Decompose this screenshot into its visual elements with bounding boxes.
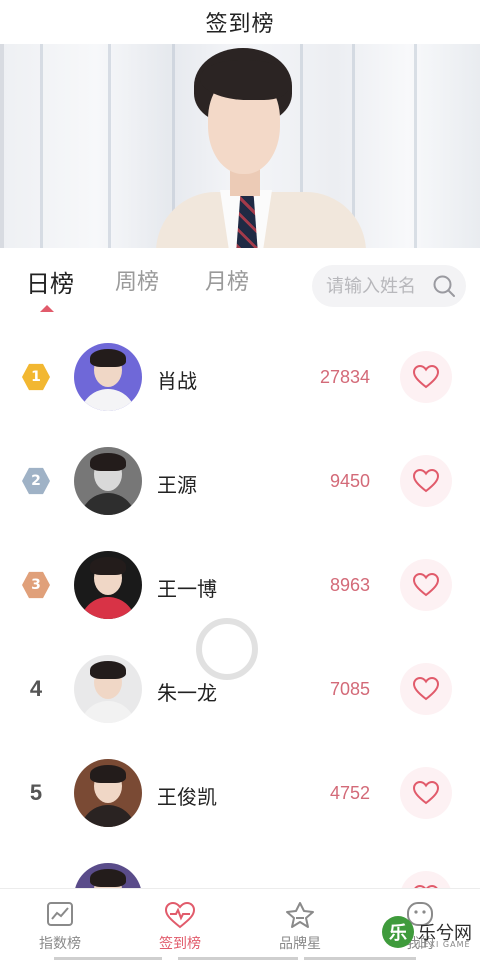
active-tab-indicator xyxy=(40,305,54,312)
star-name: 王源 xyxy=(157,473,197,497)
star-name: 朱一龙 xyxy=(157,681,217,705)
search-box[interactable] xyxy=(312,265,466,307)
avatar-hair xyxy=(90,765,126,783)
curtain-fold xyxy=(414,44,417,248)
like-button[interactable] xyxy=(400,559,452,611)
watermark-subtext: LEXI GAME xyxy=(418,940,471,949)
like-button[interactable] xyxy=(400,455,452,507)
nav-label: 品牌星 xyxy=(279,936,321,952)
like-button[interactable] xyxy=(400,767,452,819)
heart-icon xyxy=(413,781,439,805)
ranking-tabs: 日榜 周榜 月榜 xyxy=(0,252,480,322)
tab-month[interactable]: 月榜 xyxy=(205,264,249,296)
rank-number: 2 xyxy=(31,473,41,489)
star-name: 王一博 xyxy=(157,577,217,601)
avatar-hair xyxy=(90,557,126,575)
heart-icon xyxy=(413,677,439,701)
avatar-body xyxy=(80,493,136,515)
checkin-score: 9450 xyxy=(329,471,370,491)
list-item[interactable]: 2 王源 9450 xyxy=(0,429,480,533)
page-title: 签到榜 xyxy=(205,12,275,37)
avatar-hair xyxy=(90,869,126,887)
rank-badge: 4 xyxy=(20,673,52,705)
curtain-fold xyxy=(108,44,111,248)
watermark: 乐 乐兮网 LEXI GAME xyxy=(382,912,478,952)
nav-label: 签到榜 xyxy=(159,936,201,952)
search-icon[interactable] xyxy=(432,274,456,298)
silver-medal-icon: 2 xyxy=(22,467,50,495)
title-bar: 签到榜 xyxy=(0,0,480,44)
chart-icon xyxy=(47,902,73,926)
rank-badge: 5 xyxy=(20,777,52,809)
rank-badge xyxy=(20,881,52,888)
checkin-score: 8963 xyxy=(329,575,370,595)
like-button[interactable] xyxy=(400,351,452,403)
banner-left-edge xyxy=(0,44,4,248)
rank-number: 5 xyxy=(29,780,43,805)
list-item[interactable]: 5 王俊凯 4752 xyxy=(0,741,480,845)
loading-spinner xyxy=(196,618,258,680)
rank-badge: 3 xyxy=(20,569,52,601)
gold-medal-icon: 1 xyxy=(22,363,50,391)
heart-icon xyxy=(413,573,439,597)
rank-badge: 2 xyxy=(20,465,52,497)
heartbeat-icon xyxy=(164,901,196,929)
watermark-logo: 乐 xyxy=(382,916,414,948)
like-button[interactable] xyxy=(400,871,452,888)
rank-number: 1 xyxy=(31,369,41,385)
rank-badge: 1 xyxy=(20,361,52,393)
avatar[interactable] xyxy=(74,759,142,827)
list-item[interactable]: 1 肖战 27834 xyxy=(0,325,480,429)
list-item[interactable] xyxy=(0,845,480,888)
search-input[interactable] xyxy=(326,275,430,297)
star-name: 王俊凯 xyxy=(157,785,217,809)
checkin-score: 27834 xyxy=(319,367,370,387)
avatar[interactable] xyxy=(74,551,142,619)
avatar[interactable] xyxy=(74,447,142,515)
heart-icon xyxy=(413,469,439,493)
avatar-body xyxy=(80,701,136,723)
checkin-score: 4752 xyxy=(329,783,370,803)
nav-checkin-ranking[interactable]: 签到榜 xyxy=(120,889,240,960)
tab-week[interactable]: 周榜 xyxy=(115,264,159,296)
banner-image[interactable] xyxy=(0,44,480,248)
nav-label: 指数榜 xyxy=(39,936,81,952)
avatar[interactable] xyxy=(74,343,142,411)
ranking-list[interactable]: 1 肖战 27834 2 王源 9450 3 王一博 8963 4 朱一龙 70… xyxy=(0,322,480,888)
avatar-hair xyxy=(90,453,126,471)
star-name: 肖战 xyxy=(157,369,197,393)
avatar-body xyxy=(80,597,136,619)
avatar-hair xyxy=(90,661,126,679)
avatar-body xyxy=(80,389,136,411)
like-button[interactable] xyxy=(400,663,452,715)
tab-day[interactable]: 日榜 xyxy=(26,264,74,299)
nav-brand-star[interactable]: 品牌星 xyxy=(240,889,360,960)
banner-person xyxy=(150,44,370,248)
rank-number: 3 xyxy=(31,577,41,593)
heart-icon xyxy=(413,365,439,389)
avatar-hair xyxy=(90,349,126,367)
rank-number: 4 xyxy=(29,676,43,701)
avatar-body xyxy=(80,805,136,827)
checkin-score: 7085 xyxy=(329,679,370,699)
curtain-fold xyxy=(40,44,43,248)
bronze-medal-icon: 3 xyxy=(22,571,50,599)
star-icon xyxy=(286,902,314,928)
avatar[interactable] xyxy=(74,655,142,723)
nav-index-ranking[interactable]: 指数榜 xyxy=(0,889,120,960)
avatar[interactable] xyxy=(74,863,142,888)
